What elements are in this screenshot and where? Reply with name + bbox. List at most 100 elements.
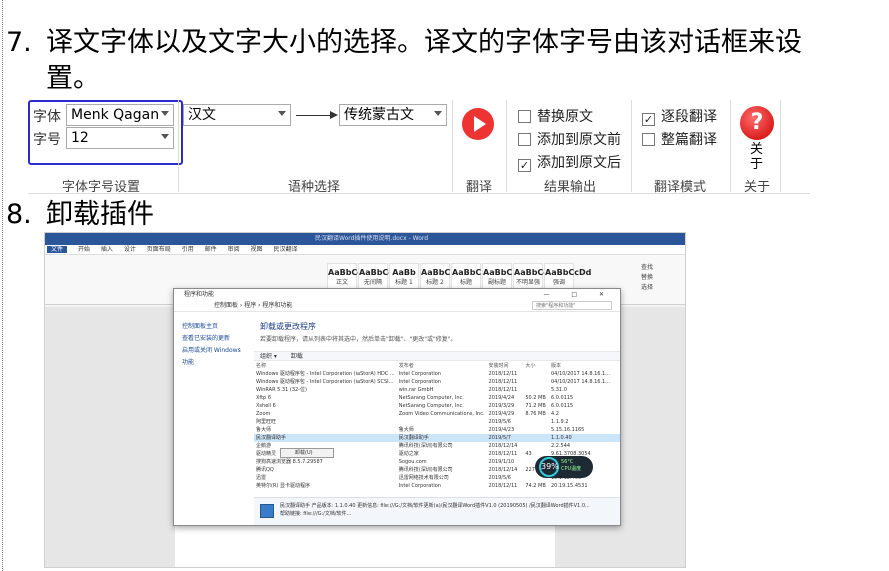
programs-features-dialog: 程序和功能 — □ ✕ 控制面板 › 程序 › 程序和功能 搜索"程序和功能" … [173, 288, 621, 526]
step7-heading: 7. 译文字体以及文字大小的选择。译文的字体字号由该对话框来设 [6, 26, 802, 60]
style-sample: AaBbC [483, 268, 513, 277]
style-sample: AaBbCcDd [545, 268, 592, 277]
step7-text: 译文字体以及文字大小的选择。译文的字体字号由该对话框来设 [46, 27, 802, 58]
chevron-down-icon[interactable] [278, 111, 286, 116]
group-divider [730, 100, 731, 192]
style-sample: AaBbCcDd [359, 268, 406, 277]
cpu-info: 56°C CPU温度 [561, 459, 581, 473]
checkbox-icon[interactable] [642, 133, 655, 146]
translate-button[interactable] [462, 108, 494, 140]
size-combo[interactable]: 12 [66, 127, 174, 149]
sidebar-link-home[interactable]: 控制面板主页 [182, 321, 244, 333]
cpu-percent: 39% [539, 457, 559, 477]
table-row[interactable]: Zoom Zoom Video Communications, Inc. 2019/… [254, 410, 620, 418]
window-controls[interactable]: — □ ✕ [543, 289, 614, 300]
table-row[interactable]: Xshell 6 NetSarang Computer, Inc. 2019/3/2… [254, 402, 620, 410]
group-divider [178, 100, 179, 192]
tab-file[interactable]: 文件 [47, 246, 68, 253]
target-language-combo[interactable]: 传统蒙古文 [339, 104, 447, 126]
chevron-down-icon[interactable] [434, 111, 442, 116]
column-size[interactable]: 大小 [523, 362, 549, 370]
tab-home[interactable]: 开始 [78, 246, 90, 253]
step8-number: 8. [6, 199, 32, 230]
tab-view[interactable]: 视图 [251, 246, 263, 253]
find-command[interactable]: 查找 [641, 263, 653, 273]
font-combo-value: Menk Qagan [71, 107, 160, 123]
step7-heading-continued: 置。 [46, 63, 100, 94]
search-input[interactable]: 搜索"程序和功能" [532, 301, 612, 310]
mode-paragraph-checkbox[interactable]: ✓ 逐段翻译 [642, 106, 717, 126]
organize-button[interactable]: 组织 ▾ [260, 353, 277, 360]
dialog-sidebar: 控制面板主页 查看已安装的更新 启用或关闭 Windows 功能 [174, 313, 252, 525]
tab-references[interactable]: 引用 [182, 246, 194, 253]
word-title: 民汉翻译Word插件使用说明.docx - Word [315, 235, 429, 242]
table-row[interactable]: Windows 驱动程序包 - Intel Corporation (iaSto… [254, 378, 620, 386]
tab-review[interactable]: 审阅 [228, 246, 240, 253]
column-version[interactable]: 版本 [549, 362, 620, 370]
group-divider [631, 100, 632, 192]
source-language-combo[interactable]: 汉文 [183, 104, 291, 126]
tab-design[interactable]: 设计 [124, 246, 136, 253]
column-date[interactable]: 安装时间 [487, 362, 524, 370]
style-name: 标题 [459, 279, 472, 286]
checkmark-icon[interactable]: ✓ [518, 159, 531, 172]
select-command[interactable]: 选择 [641, 283, 653, 293]
about-button-label[interactable]: 关于 [750, 142, 764, 172]
sidebar-link-features[interactable]: 启用或关闭 Windows 功能 [182, 345, 244, 369]
source-language-value: 汉文 [188, 107, 216, 123]
style-sample: AaBbCcDd [514, 268, 561, 277]
checkbox-icon[interactable] [518, 110, 531, 123]
tab-mailings[interactable]: 邮件 [205, 246, 217, 253]
column-name[interactable]: 名称 [254, 362, 397, 370]
ribbon-bottom-border [28, 193, 810, 194]
word-tab-bar: 文件 开始 插入 设计 页面布局 引用 邮件 审阅 视图 民汉翻译 [45, 245, 685, 255]
table-row[interactable]: Windows 驱动程序包 - Intel Corporation (iaSto… [254, 370, 620, 378]
checkbox-icon[interactable] [518, 133, 531, 146]
dialog-title-bar: 程序和功能 — □ ✕ [174, 289, 620, 300]
style-name: 标题 2 [426, 279, 444, 286]
size-label: 字号 [33, 132, 61, 148]
replace-command[interactable]: 替换 [641, 273, 653, 283]
chevron-down-icon[interactable] [161, 134, 169, 139]
style-sample: AaBbC [421, 268, 451, 277]
table-row-selected[interactable]: 民汉翻译助手 民汉翻译助手 2019/5/7 1.1.0.40 [254, 434, 620, 442]
arrow-head-icon [330, 111, 338, 119]
cpu-monitor-widget[interactable]: 39% 56°C CPU温度 [535, 456, 593, 478]
mode-paragraph-label: 逐段翻译 [661, 109, 717, 125]
arrow-right-icon [296, 115, 332, 116]
sidebar-link-updates[interactable]: 查看已安装的更新 [182, 333, 244, 345]
translation-ribbon: 字体 Menk Qagan 字号 12 字体字号设置 汉文 传统蒙古文 语种选择… [28, 98, 810, 196]
help-question-icon[interactable]: ? [740, 106, 774, 140]
output-before-checkbox[interactable]: 添加到原文前 [518, 129, 621, 149]
table-row[interactable]: Xftp 6 NetSarang Computer, Inc. 2019/4/24 5… [254, 394, 620, 402]
table-row[interactable]: WinRAR 5.31 (32-位) win.rar GmbH 2018/12/11… [254, 386, 620, 394]
details-line2[interactable]: 帮助链接: file:///G:/文档/软件... [280, 510, 620, 518]
breadcrumb[interactable]: 控制面板 › 程序 › 程序和功能 [214, 302, 292, 309]
size-combo-value: 12 [71, 130, 89, 146]
tab-translate[interactable]: 民汉翻译 [273, 246, 297, 253]
table-row[interactable]: 英特尔(R) 显卡驱动程序 Intel Corporation 2018/12/11… [254, 482, 620, 490]
font-combo[interactable]: Menk Qagan [66, 104, 174, 126]
mode-document-checkbox[interactable]: 整篇翻译 [642, 129, 717, 149]
style-name: 副标题 [487, 279, 506, 286]
step8-text: 卸载插件 [46, 199, 154, 230]
checkmark-icon[interactable]: ✓ [642, 113, 655, 126]
chevron-down-icon[interactable] [161, 111, 169, 116]
table-row[interactable]: 鲁大师 鲁大师 2019/4/23 5.15.16.1165 [254, 426, 620, 434]
table-row[interactable]: 阿里旺旺 2019/5/6 1.1.9.2 [254, 418, 620, 426]
context-menu-uninstall[interactable]: 卸载(U) [280, 448, 334, 458]
uninstall-button[interactable]: 卸载 [291, 353, 303, 360]
address-bar[interactable]: 控制面板 › 程序 › 程序和功能 搜索"程序和功能" [174, 300, 620, 312]
output-before-label: 添加到原文前 [537, 132, 621, 148]
column-publisher[interactable]: 发布者 [397, 362, 487, 370]
tab-insert[interactable]: 插入 [101, 246, 113, 253]
table-header: 名称 发布者 安装时间 大小 版本 [254, 362, 620, 370]
tab-layout[interactable]: 页面布局 [147, 246, 171, 253]
output-after-checkbox[interactable]: ✓ 添加到原文后 [518, 152, 621, 172]
style-sample: AaBb [392, 268, 416, 277]
style-name: 正文 [335, 279, 348, 286]
group-divider [780, 100, 781, 192]
output-replace-checkbox[interactable]: 替换原文 [518, 106, 593, 126]
page-subtitle: 若要卸载程序，请从列表中将其选中，然后单击"卸载"、"更改"或"修复"。 [260, 336, 457, 343]
program-icon [260, 504, 274, 518]
